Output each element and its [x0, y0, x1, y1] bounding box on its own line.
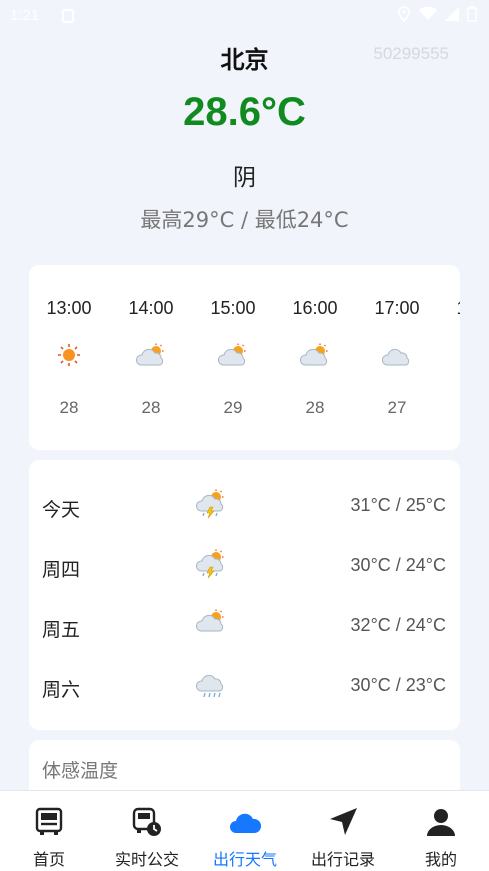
- status-bar: 1:21: [0, 0, 489, 32]
- weather-condition: 阴: [233, 165, 256, 191]
- station-id: 50299555: [373, 44, 449, 63]
- hour-time: 16:00: [292, 298, 338, 318]
- day-name: 周六: [42, 679, 81, 701]
- thunderstorm-icon: [195, 489, 229, 519]
- hour-temperature: 29: [223, 398, 243, 417]
- partly-cloudy-icon: [195, 609, 229, 639]
- day-temperature-range: 31°C / 25°C: [350, 495, 446, 515]
- bus-clock-icon: [131, 806, 163, 838]
- daily-forecast-card: 今天 31°C / 25°C 周四 30°C / 24°C 周五 32°C / 24°C 周…: [29, 460, 460, 730]
- tab-label: 我的: [424, 850, 457, 869]
- rain-icon: [195, 669, 229, 699]
- wifi-icon: [419, 6, 437, 25]
- tab-label: 实时公交: [114, 850, 179, 869]
- daily-row: 周五 32°C / 24°C: [29, 607, 460, 647]
- signal-icon: [445, 7, 459, 25]
- navigation-arrow-icon: [327, 806, 359, 838]
- daily-row: 今天 31°C / 25°C: [29, 487, 460, 527]
- feels-like-title: 体感温度: [42, 760, 119, 782]
- status-icons: [397, 6, 477, 26]
- day-temperature-range: 30°C / 23°C: [350, 675, 446, 695]
- hour-time: 15:00: [210, 298, 256, 318]
- hour-temperature: 27: [387, 398, 407, 417]
- notification-icon: [62, 9, 74, 23]
- thunderstorm-icon: [195, 549, 229, 579]
- hour-temperature: 28: [305, 398, 325, 417]
- sunny-icon: [53, 343, 85, 369]
- tab-travel-weather[interactable]: 出行天气: [196, 791, 294, 871]
- hour-time: 14:00: [128, 298, 174, 318]
- bus-front-icon: [33, 806, 65, 838]
- current-temperature: 28.6°C: [183, 90, 306, 134]
- daily-row: 周六 30°C / 23°C: [29, 667, 460, 707]
- temperature-range: 最高29°C / 最低24°C: [140, 208, 349, 232]
- tab-home[interactable]: 首页: [0, 791, 98, 871]
- status-time: 1:21: [10, 7, 40, 24]
- user-icon: [425, 806, 457, 838]
- cloud-icon: [229, 806, 262, 838]
- day-name: 周四: [42, 559, 81, 581]
- hourly-forecast-card[interactable]: 13:00 28 14:00 28 15:00 29 16:00 28 17:00 27 18:00…: [29, 265, 460, 450]
- day-name: 周五: [42, 619, 81, 641]
- hour-temperature: 26: [438, 398, 460, 418]
- hour-temperature: 28: [59, 398, 79, 417]
- battery-icon: [467, 6, 477, 26]
- location-icon: [397, 6, 411, 26]
- daily-row: 周四 30°C / 24°C: [29, 547, 460, 587]
- hour-time: 17:00: [374, 298, 420, 318]
- day-name: 今天: [42, 499, 81, 521]
- bottom-tab-bar: 首页 实时公交 出行天气 出行记录 我的: [0, 790, 489, 871]
- tab-label: 出行天气: [212, 850, 277, 869]
- hour-temperature: 28: [141, 398, 161, 417]
- tab-mine[interactable]: 我的: [392, 791, 489, 871]
- day-temperature-range: 30°C / 24°C: [350, 555, 446, 575]
- partly-cloudy-icon: [299, 343, 331, 369]
- tab-travel-records[interactable]: 出行记录: [294, 791, 392, 871]
- hour-time: 13:00: [46, 298, 92, 318]
- tab-realtime-bus[interactable]: 实时公交: [98, 791, 196, 871]
- tab-label: 首页: [32, 850, 65, 869]
- tab-label: 出行记录: [310, 850, 375, 869]
- partly-cloudy-icon: [135, 343, 167, 369]
- cloudy-icon: [381, 343, 413, 369]
- hour-time: 18:00: [438, 298, 460, 319]
- partly-cloudy-icon: [217, 343, 249, 369]
- day-temperature-range: 32°C / 24°C: [350, 615, 446, 635]
